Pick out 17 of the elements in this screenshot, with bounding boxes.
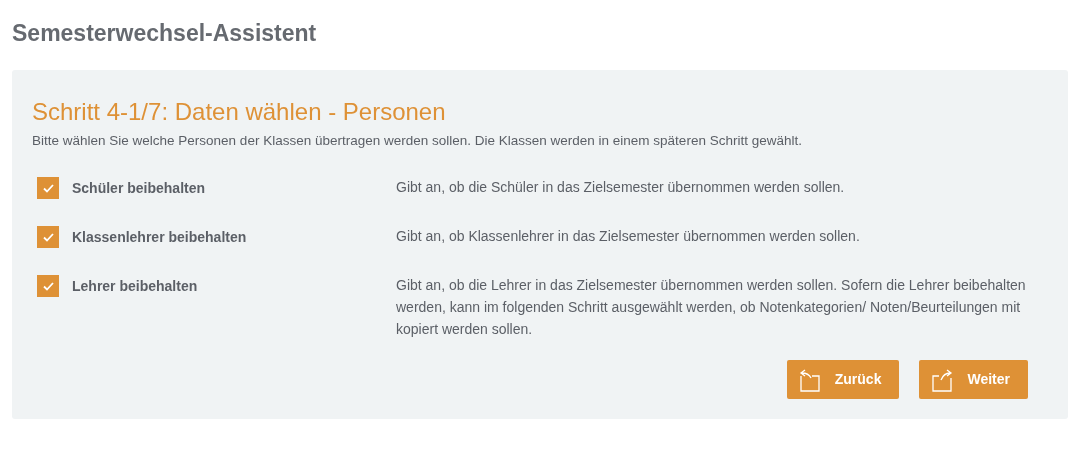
- next-button[interactable]: Weiter: [919, 360, 1028, 400]
- option-label: Klassenlehrer beibehalten: [72, 227, 247, 247]
- option-description: Gibt an, ob die Schüler in das Zielsemester übernommen werden sollen.: [396, 178, 846, 198]
- checkbox[interactable]: [37, 226, 59, 249]
- option-description: Gibt an, ob die Lehrer in das Zielsemester übernommen werden sollen. Sofern die Lehrer beibehalten werden, kann im folgenden Schritt ausgewählt werden, ob Notenkategorien/ Noten/Beurteilungen mit kopiert werden sollen.: [396, 276, 1027, 340]
- step-description: Bitte wählen Sie welche Personen der Klassen übertragen werden sollen. Die Klassen werden in einem späteren Schritt gewählt.: [32, 132, 803, 150]
- checkbox[interactable]: [37, 177, 59, 200]
- check-icon: [42, 281, 54, 291]
- option-description: Gibt an, ob Klassenlehrer in das Zielsemester übernommen werden sollen.: [396, 227, 861, 247]
- check-icon: [42, 183, 54, 193]
- back-button[interactable]: Zurück: [786, 360, 900, 400]
- option-label: Schüler beibehalten: [72, 178, 206, 198]
- page-title: Semesterwechsel-Assistent: [12, 19, 318, 48]
- checkbox[interactable]: [37, 275, 59, 298]
- option-label: Lehrer beibehalten: [72, 276, 198, 296]
- check-icon: [42, 232, 54, 242]
- step-title: Schritt 4-1/7: Daten wählen - Personen: [32, 97, 447, 127]
